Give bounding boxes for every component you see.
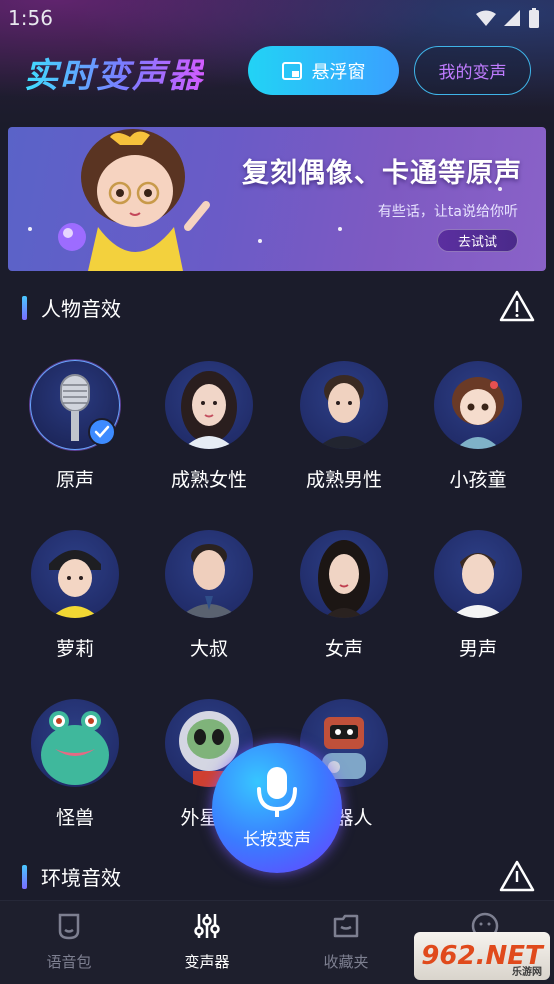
site-watermark-logo: 962.NET 乐游网 bbox=[414, 932, 550, 980]
voice-option-uncle[interactable]: 大叔 bbox=[149, 530, 269, 661]
float-window-icon bbox=[281, 61, 302, 80]
star-decoration bbox=[258, 239, 262, 243]
voice-option-child[interactable]: 小孩童 bbox=[418, 361, 538, 492]
app-title: 实时变声器 bbox=[24, 48, 204, 97]
status-time: 1:56 bbox=[8, 6, 53, 30]
voice-label: 成熟男性 bbox=[305, 469, 382, 491]
star-decoration bbox=[338, 227, 342, 231]
check-icon bbox=[88, 418, 116, 446]
section-header-character: 人物音效 bbox=[22, 293, 121, 322]
hold-to-talk-button[interactable]: 长按变声 bbox=[212, 743, 342, 873]
voice-pack-icon bbox=[58, 913, 80, 940]
equalizer-icon bbox=[194, 914, 220, 938]
section-title: 人物音效 bbox=[41, 297, 121, 321]
float-window-button[interactable]: 悬浮窗 bbox=[248, 46, 399, 95]
section-header-environment: 环境音效 bbox=[22, 862, 121, 891]
tab-voice-pack[interactable]: 语音包 bbox=[24, 911, 114, 972]
voice-option-mature-female[interactable]: 成熟女性 bbox=[149, 361, 269, 492]
voice-label: 原声 bbox=[55, 469, 94, 491]
woman-avatar bbox=[165, 361, 253, 449]
signal-icon bbox=[504, 10, 520, 26]
uncle-avatar bbox=[165, 530, 253, 618]
voice-label: 萝莉 bbox=[55, 638, 94, 660]
section-title: 环境音效 bbox=[41, 866, 121, 890]
child-avatar bbox=[434, 361, 522, 449]
wifi-icon bbox=[476, 10, 496, 26]
microphone-icon bbox=[257, 766, 297, 817]
float-window-label: 悬浮窗 bbox=[311, 61, 366, 83]
banner-headline: 复刻偶像、卡通等原声 bbox=[242, 158, 522, 189]
favorites-icon bbox=[333, 914, 359, 938]
tab-favorites[interactable]: 收藏夹 bbox=[301, 911, 391, 972]
section-accent-bar bbox=[22, 864, 27, 889]
voice-option-original[interactable]: 原声 bbox=[15, 361, 135, 492]
voice-label: 成熟女性 bbox=[170, 469, 247, 491]
cartoon-girl-illustration bbox=[58, 129, 210, 271]
banner-try-button[interactable]: 去试试 bbox=[437, 229, 518, 252]
warning-icon[interactable] bbox=[499, 860, 535, 892]
voice-option-male[interactable]: 男声 bbox=[418, 530, 538, 661]
section-accent-bar bbox=[22, 295, 27, 320]
warning-icon[interactable] bbox=[499, 290, 535, 322]
male-avatar bbox=[434, 530, 522, 618]
man-avatar bbox=[300, 361, 388, 449]
tab-label: 语音包 bbox=[46, 953, 92, 971]
tab-label: 变声器 bbox=[184, 953, 230, 971]
banner-subtitle: 有些话，让ta说给你听 bbox=[377, 204, 518, 220]
star-decoration bbox=[28, 227, 32, 231]
voice-label: 男声 bbox=[458, 638, 497, 660]
status-icons bbox=[476, 8, 540, 28]
tab-label: 收藏夹 bbox=[323, 953, 369, 971]
voice-label: 女声 bbox=[324, 638, 363, 660]
battery-icon bbox=[529, 8, 539, 28]
voice-option-loli[interactable]: 萝莉 bbox=[15, 530, 135, 661]
voice-option-monster[interactable]: 怪兽 bbox=[15, 699, 135, 830]
voice-label: 大叔 bbox=[189, 638, 228, 660]
girl-avatar bbox=[31, 530, 119, 618]
voice-label: 小孩童 bbox=[449, 469, 507, 491]
monster-avatar bbox=[31, 699, 119, 787]
female-avatar bbox=[300, 530, 388, 618]
watermark-sub: 乐游网 bbox=[512, 967, 542, 978]
hold-to-talk-label: 长按变声 bbox=[243, 829, 311, 850]
voice-label: 怪兽 bbox=[55, 807, 94, 829]
my-voice-button[interactable]: 我的变声 bbox=[414, 46, 531, 95]
voice-option-mature-male[interactable]: 成熟男性 bbox=[284, 361, 404, 492]
voice-option-female[interactable]: 女声 bbox=[284, 530, 404, 661]
tab-voice-changer[interactable]: 变声器 bbox=[162, 911, 252, 972]
status-bar: 1:56 bbox=[0, 0, 554, 36]
